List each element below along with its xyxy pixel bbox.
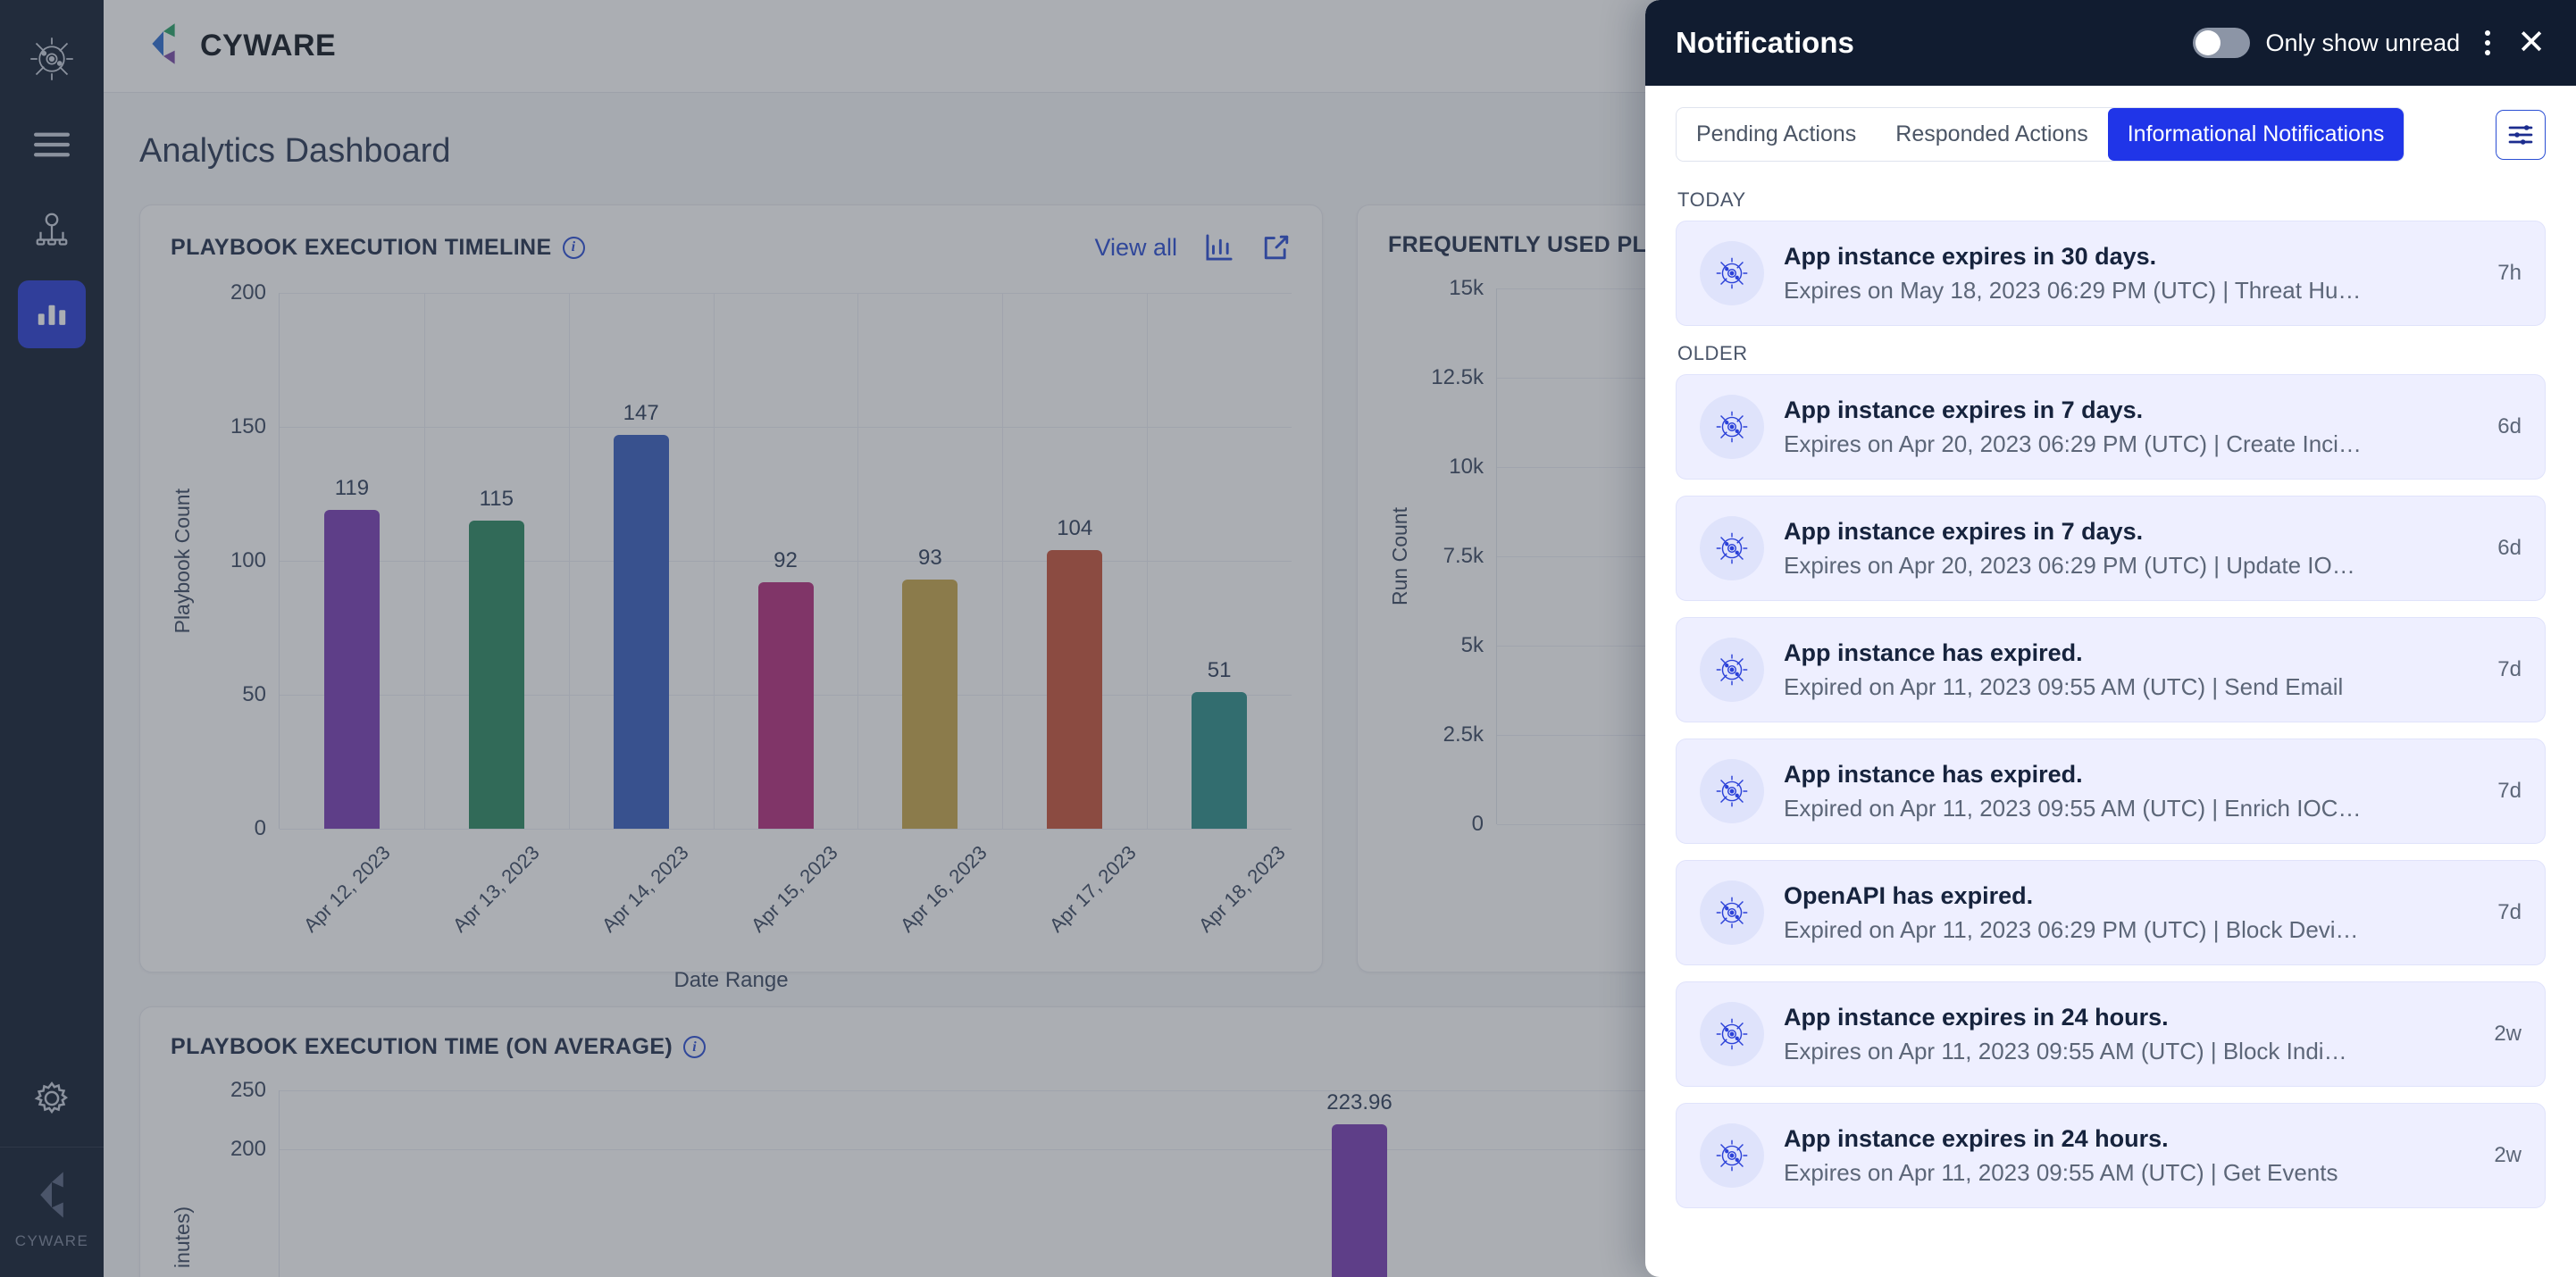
notification-timestamp: 2w — [2494, 1022, 2522, 1046]
cyware-network-icon — [1700, 395, 1764, 459]
notification-timestamp: 7d — [2497, 657, 2522, 681]
kebab-menu-icon[interactable] — [2485, 30, 2491, 55]
tab-informational-notifications[interactable]: Informational Notifications — [2107, 108, 2405, 161]
tab-responded-actions[interactable]: Responded Actions — [1876, 108, 2108, 161]
notifications-tabs: Pending Actions Responded Actions Informat… — [1676, 107, 2405, 162]
toggle-knob — [2195, 30, 2221, 55]
notification-body: App instance expires in 7 days. Expires o… — [1784, 518, 2465, 580]
cyware-network-icon — [1700, 516, 1764, 580]
notification-subtitle: Expires on May 18, 2023 06:29 PM (UTC) |… — [1784, 276, 2362, 304]
notification-group-label: OLDER — [1677, 342, 1748, 364]
notification-body: OpenAPI has expired. Expired on Apr 11, 2… — [1784, 882, 2465, 944]
notification-item[interactable]: App instance expires in 30 days. Expires … — [1676, 221, 2546, 326]
cyware-network-icon — [1700, 1002, 1764, 1066]
notification-item[interactable]: App instance expires in 7 days. Expires o… — [1676, 496, 2546, 601]
cyware-network-icon — [1700, 759, 1764, 823]
notification-title: App instance has expired. — [1784, 638, 2083, 666]
notification-subtitle: Expired on Apr 11, 2023 09:55 AM (UTC) |… — [1784, 794, 2362, 822]
notification-body: App instance has expired. Expired on Apr … — [1784, 761, 2465, 822]
tab-pending-actions[interactable]: Pending Actions — [1677, 108, 1877, 161]
cyware-network-icon — [1700, 881, 1764, 945]
notification-body: App instance expires in 24 hours. Expires… — [1784, 1125, 2462, 1187]
notification-subtitle: Expires on Apr 20, 2023 06:29 PM (UTC) |… — [1784, 551, 2355, 579]
filter-sliders-icon[interactable] — [2496, 109, 2546, 160]
notifications-panel: Notifications Only show unread ✕ Pending… — [1645, 0, 2576, 1277]
notifications-list[interactable]: TODAY App instance expires in 30 days. Exp… — [1645, 176, 2576, 1277]
notification-timestamp: 2w — [2494, 1143, 2522, 1167]
notification-body: App instance has expired. Expired on Apr … — [1784, 639, 2465, 701]
notification-item[interactable]: OpenAPI has expired. Expired on Apr 11, 2… — [1676, 860, 2546, 965]
notification-item[interactable]: App instance expires in 24 hours. Expires… — [1676, 1103, 2546, 1208]
cyware-network-icon — [1700, 241, 1764, 305]
close-icon[interactable]: ✕ — [2517, 26, 2546, 60]
notification-title: App instance expires in 30 days. — [1784, 242, 2157, 270]
notification-title: App instance expires in 24 hours. — [1784, 1124, 2169, 1152]
notification-title: App instance expires in 7 days. — [1784, 517, 2144, 545]
notification-group-label: TODAY — [1677, 188, 1746, 211]
notification-title: App instance expires in 24 hours. — [1784, 1003, 2169, 1031]
notification-subtitle: Expires on Apr 11, 2023 09:55 AM (UTC) |… — [1784, 1037, 2347, 1064]
notifications-tabs-row: Pending Actions Responded Actions Informat… — [1645, 86, 2576, 176]
notification-timestamp: 6d — [2497, 536, 2522, 560]
notification-item[interactable]: App instance has expired. Expired on Apr … — [1676, 739, 2546, 844]
notification-item[interactable]: App instance has expired. Expired on Apr … — [1676, 617, 2546, 722]
notification-timestamp: 6d — [2497, 414, 2522, 438]
notification-body: App instance expires in 24 hours. Expires… — [1784, 1004, 2462, 1065]
notification-title: App instance has expired. — [1784, 760, 2083, 788]
notification-timestamp: 7h — [2497, 261, 2522, 285]
notification-subtitle: Expired on Apr 11, 2023 09:55 AM (UTC) |… — [1784, 672, 2344, 700]
notification-item[interactable]: App instance expires in 24 hours. Expires… — [1676, 981, 2546, 1087]
only-show-unread-toggle[interactable] — [2192, 28, 2250, 58]
notification-timestamp: 7d — [2497, 779, 2522, 803]
cyware-network-icon — [1700, 638, 1764, 702]
notification-title: App instance expires in 7 days. — [1784, 396, 2144, 423]
notification-subtitle: Expires on Apr 20, 2023 06:29 PM (UTC) |… — [1784, 430, 2362, 457]
notification-body: App instance expires in 30 days. Expires … — [1784, 243, 2465, 305]
only-show-unread-label: Only show unread — [2265, 29, 2461, 56]
notification-item[interactable]: App instance expires in 7 days. Expires o… — [1676, 374, 2546, 480]
notifications-title: Notifications — [1676, 26, 1854, 59]
notification-subtitle: Expired on Apr 11, 2023 06:29 PM (UTC) |… — [1784, 915, 2359, 943]
notification-timestamp: 7d — [2497, 900, 2522, 924]
notification-subtitle: Expires on Apr 11, 2023 09:55 AM (UTC) |… — [1784, 1158, 2338, 1186]
notification-title: OpenAPI has expired. — [1784, 881, 2034, 909]
cyware-network-icon — [1700, 1123, 1764, 1188]
notifications-header: Notifications Only show unread ✕ — [1645, 0, 2576, 86]
notification-body: App instance expires in 7 days. Expires o… — [1784, 396, 2465, 458]
